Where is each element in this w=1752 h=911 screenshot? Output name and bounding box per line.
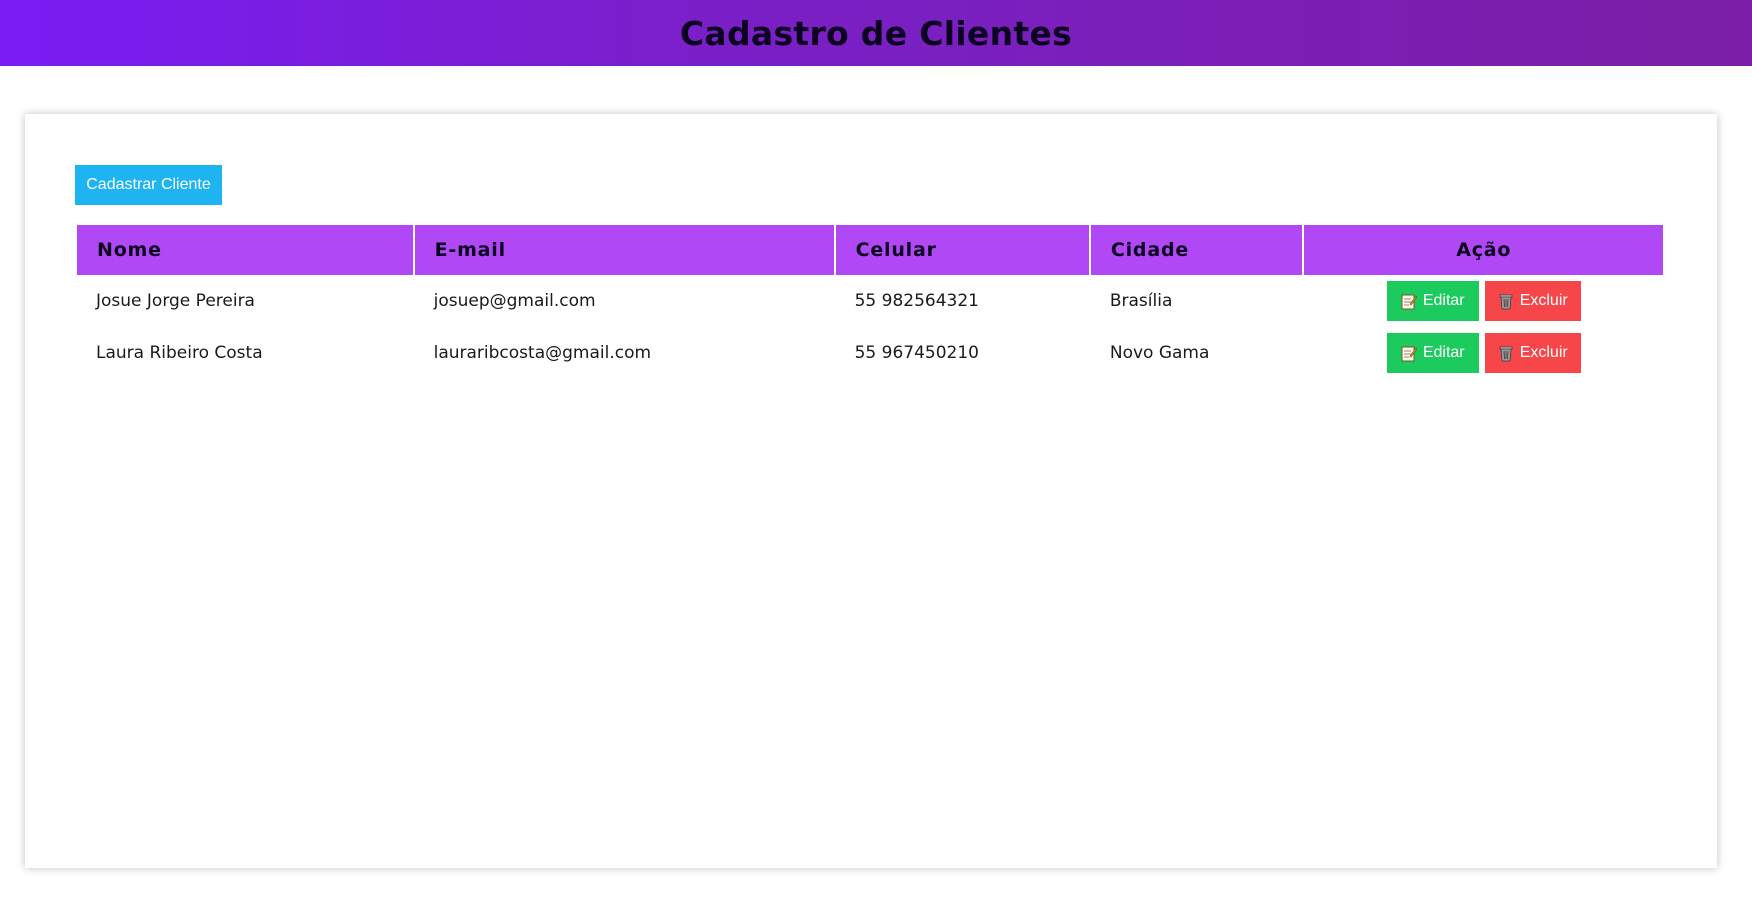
cell-actions: Editar Excluir	[1304, 275, 1663, 327]
page-header: Cadastro de Clientes	[0, 0, 1752, 66]
cell-cidade: Novo Gama	[1109, 343, 1210, 363]
column-header-email: E-mail	[414, 225, 834, 275]
clients-table: Nome E-mail Celular Cidade Ação Josue Jo…	[75, 225, 1665, 379]
cell-email: lauraribcosta@gmail.com	[433, 343, 652, 363]
cell-cidade: Brasília	[1109, 291, 1173, 311]
cell-actions: Editar Excluir	[1304, 327, 1663, 379]
cell-email: josuep@gmail.com	[433, 291, 596, 311]
page-title: Cadastro de Clientes	[679, 13, 1073, 53]
table-row: Laura Ribeiro Costa lauraribcosta@gmail.…	[77, 327, 1663, 379]
cell-celular: 55 982564321	[854, 291, 979, 311]
clients-card: Cadastrar Cliente Nome E-mail Celular Ci…	[25, 114, 1717, 868]
edit-button[interactable]: Editar	[1386, 281, 1479, 321]
memo-icon	[1401, 345, 1417, 362]
edit-button[interactable]: Editar	[1386, 333, 1479, 373]
column-header-nome: Nome	[77, 225, 413, 275]
column-header-cidade: Cidade	[1090, 225, 1303, 275]
cell-celular: 55 967450210	[854, 343, 979, 363]
delete-label: Excluir	[1519, 344, 1568, 361]
table-header-row: Nome E-mail Celular Cidade Ação	[77, 225, 1663, 275]
trash-icon	[1498, 345, 1514, 362]
edit-label: Editar	[1422, 344, 1465, 361]
memo-icon	[1401, 293, 1417, 310]
column-header-acao: Ação	[1304, 225, 1663, 275]
cell-nome: Laura Ribeiro Costa	[96, 343, 263, 363]
delete-label: Excluir	[1519, 292, 1568, 309]
table-row: Josue Jorge Pereira josuep@gmail.com 55 …	[77, 275, 1663, 327]
trash-icon	[1498, 293, 1514, 310]
edit-label: Editar	[1422, 292, 1465, 309]
delete-button[interactable]: Excluir	[1484, 281, 1581, 321]
cell-nome: Josue Jorge Pereira	[96, 291, 255, 311]
column-header-celular: Celular	[835, 225, 1089, 275]
add-client-button[interactable]: Cadastrar Cliente	[75, 165, 222, 205]
delete-button[interactable]: Excluir	[1484, 333, 1581, 373]
